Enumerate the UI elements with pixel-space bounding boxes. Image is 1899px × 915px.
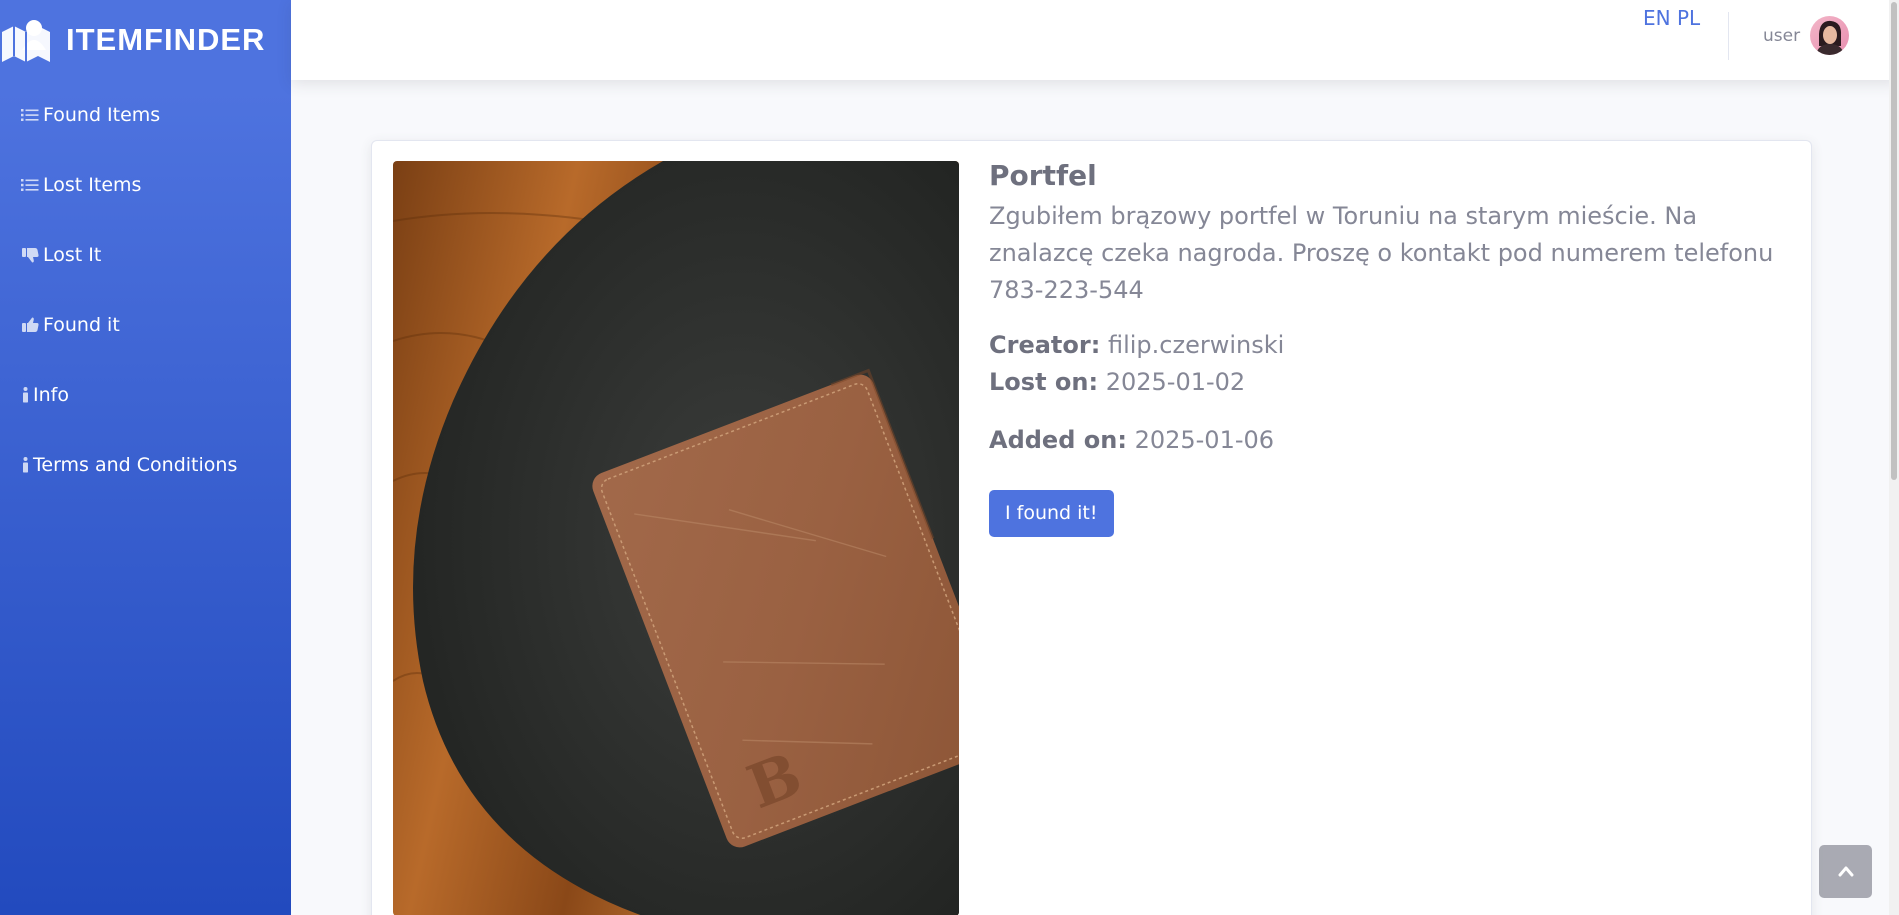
- sidebar-item-info[interactable]: Info: [0, 360, 291, 430]
- sidebar-item-label: Lost Items: [43, 174, 142, 196]
- item-description: Zgubiłem brązowy portfel w Toruniu na st…: [989, 202, 1774, 304]
- language-pl-link[interactable]: PL: [1677, 6, 1700, 30]
- added-on-value: 2025-01-06: [1134, 426, 1275, 454]
- thumbs-down-icon: [20, 246, 40, 264]
- item-title: Portfel: [989, 159, 1097, 192]
- page-scrollbar[interactable]: [1889, 0, 1899, 915]
- creator-line: Creator: filip.czerwinski: [989, 327, 1789, 364]
- sidebar-item-label: Terms and Conditions: [33, 454, 238, 476]
- map-user-icon: [0, 14, 52, 66]
- brand-name: ITEMFINDER: [66, 22, 266, 57]
- item-photo: B: [393, 161, 959, 915]
- brand[interactable]: ITEMFINDER: [0, 0, 291, 80]
- lost-on-line: Lost on: 2025-01-02: [989, 364, 1789, 401]
- item-detail-card: B Portfel Zgubiłem brązowy portfel w Tor…: [371, 140, 1812, 915]
- topbar: EN PL user: [291, 0, 1899, 80]
- item-details: Portfel Zgubiłem brązowy portfel w Torun…: [989, 159, 1789, 537]
- language-en-link[interactable]: EN: [1643, 6, 1671, 30]
- topbar-divider: [1728, 12, 1729, 60]
- sidebar-item-lost-items[interactable]: Lost Items: [0, 150, 291, 220]
- sidebar-item-label: Lost It: [43, 244, 102, 266]
- scrollbar-thumb[interactable]: [1891, 2, 1897, 480]
- creator-value: filip.czerwinski: [1107, 331, 1285, 359]
- sidebar: ITEMFINDER Found Items Lost Items Lost I…: [0, 0, 291, 915]
- user-name: user: [1763, 25, 1801, 46]
- user-menu[interactable]: user: [1763, 16, 1850, 55]
- info-icon: [20, 386, 30, 404]
- scroll-to-top-button[interactable]: [1819, 845, 1872, 898]
- sidebar-item-lost-it[interactable]: Lost It: [0, 220, 291, 290]
- added-on-label: Added on:: [989, 426, 1127, 454]
- sidebar-item-found-it[interactable]: Found it: [0, 290, 291, 360]
- list-icon: [20, 176, 40, 194]
- language-switcher: EN PL: [1643, 6, 1700, 30]
- added-on-line: Added on: 2025-01-06: [989, 422, 1789, 459]
- chevron-up-icon: [1838, 862, 1854, 881]
- list-icon: [20, 106, 40, 124]
- avatar: [1810, 16, 1850, 55]
- sidebar-item-found-items[interactable]: Found Items: [0, 80, 291, 150]
- thumbs-up-icon: [20, 316, 40, 334]
- sidebar-item-terms[interactable]: Terms and Conditions: [0, 430, 291, 500]
- lost-on-label: Lost on:: [989, 368, 1099, 396]
- sidebar-item-label: Found it: [43, 314, 120, 336]
- sidebar-item-label: Info: [33, 384, 69, 406]
- info-icon: [20, 456, 30, 474]
- sidebar-item-label: Found Items: [43, 104, 161, 126]
- creator-label: Creator:: [989, 331, 1101, 359]
- lost-on-value: 2025-01-02: [1105, 368, 1246, 396]
- i-found-it-button[interactable]: I found it!: [989, 490, 1114, 537]
- sidebar-nav: Found Items Lost Items Lost It Found it …: [0, 80, 291, 500]
